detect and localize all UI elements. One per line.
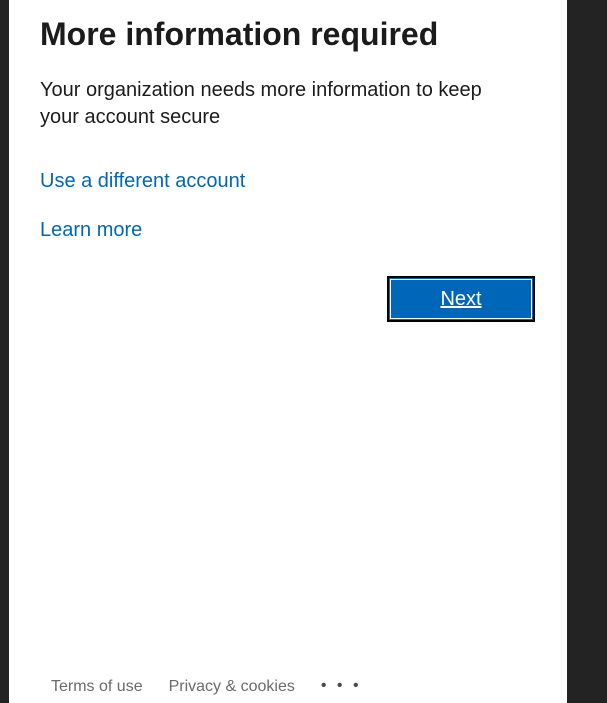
privacy-cookies-link[interactable]: Privacy & cookies bbox=[169, 678, 295, 696]
terms-of-use-link[interactable]: Terms of use bbox=[51, 678, 143, 696]
learn-more-link[interactable]: Learn more bbox=[40, 219, 142, 242]
footer: Terms of use Privacy & cookies • • • bbox=[51, 676, 362, 698]
sign-in-card: More information required Your organizat… bbox=[9, 0, 567, 703]
more-options-icon[interactable]: • • • bbox=[321, 677, 362, 695]
window-background: More information required Your organizat… bbox=[0, 0, 607, 703]
page-description: Your organization needs more information… bbox=[40, 79, 482, 128]
next-button[interactable]: Next bbox=[387, 276, 535, 322]
use-different-account-link[interactable]: Use a different account bbox=[40, 170, 245, 193]
page-title: More information required bbox=[40, 16, 439, 52]
